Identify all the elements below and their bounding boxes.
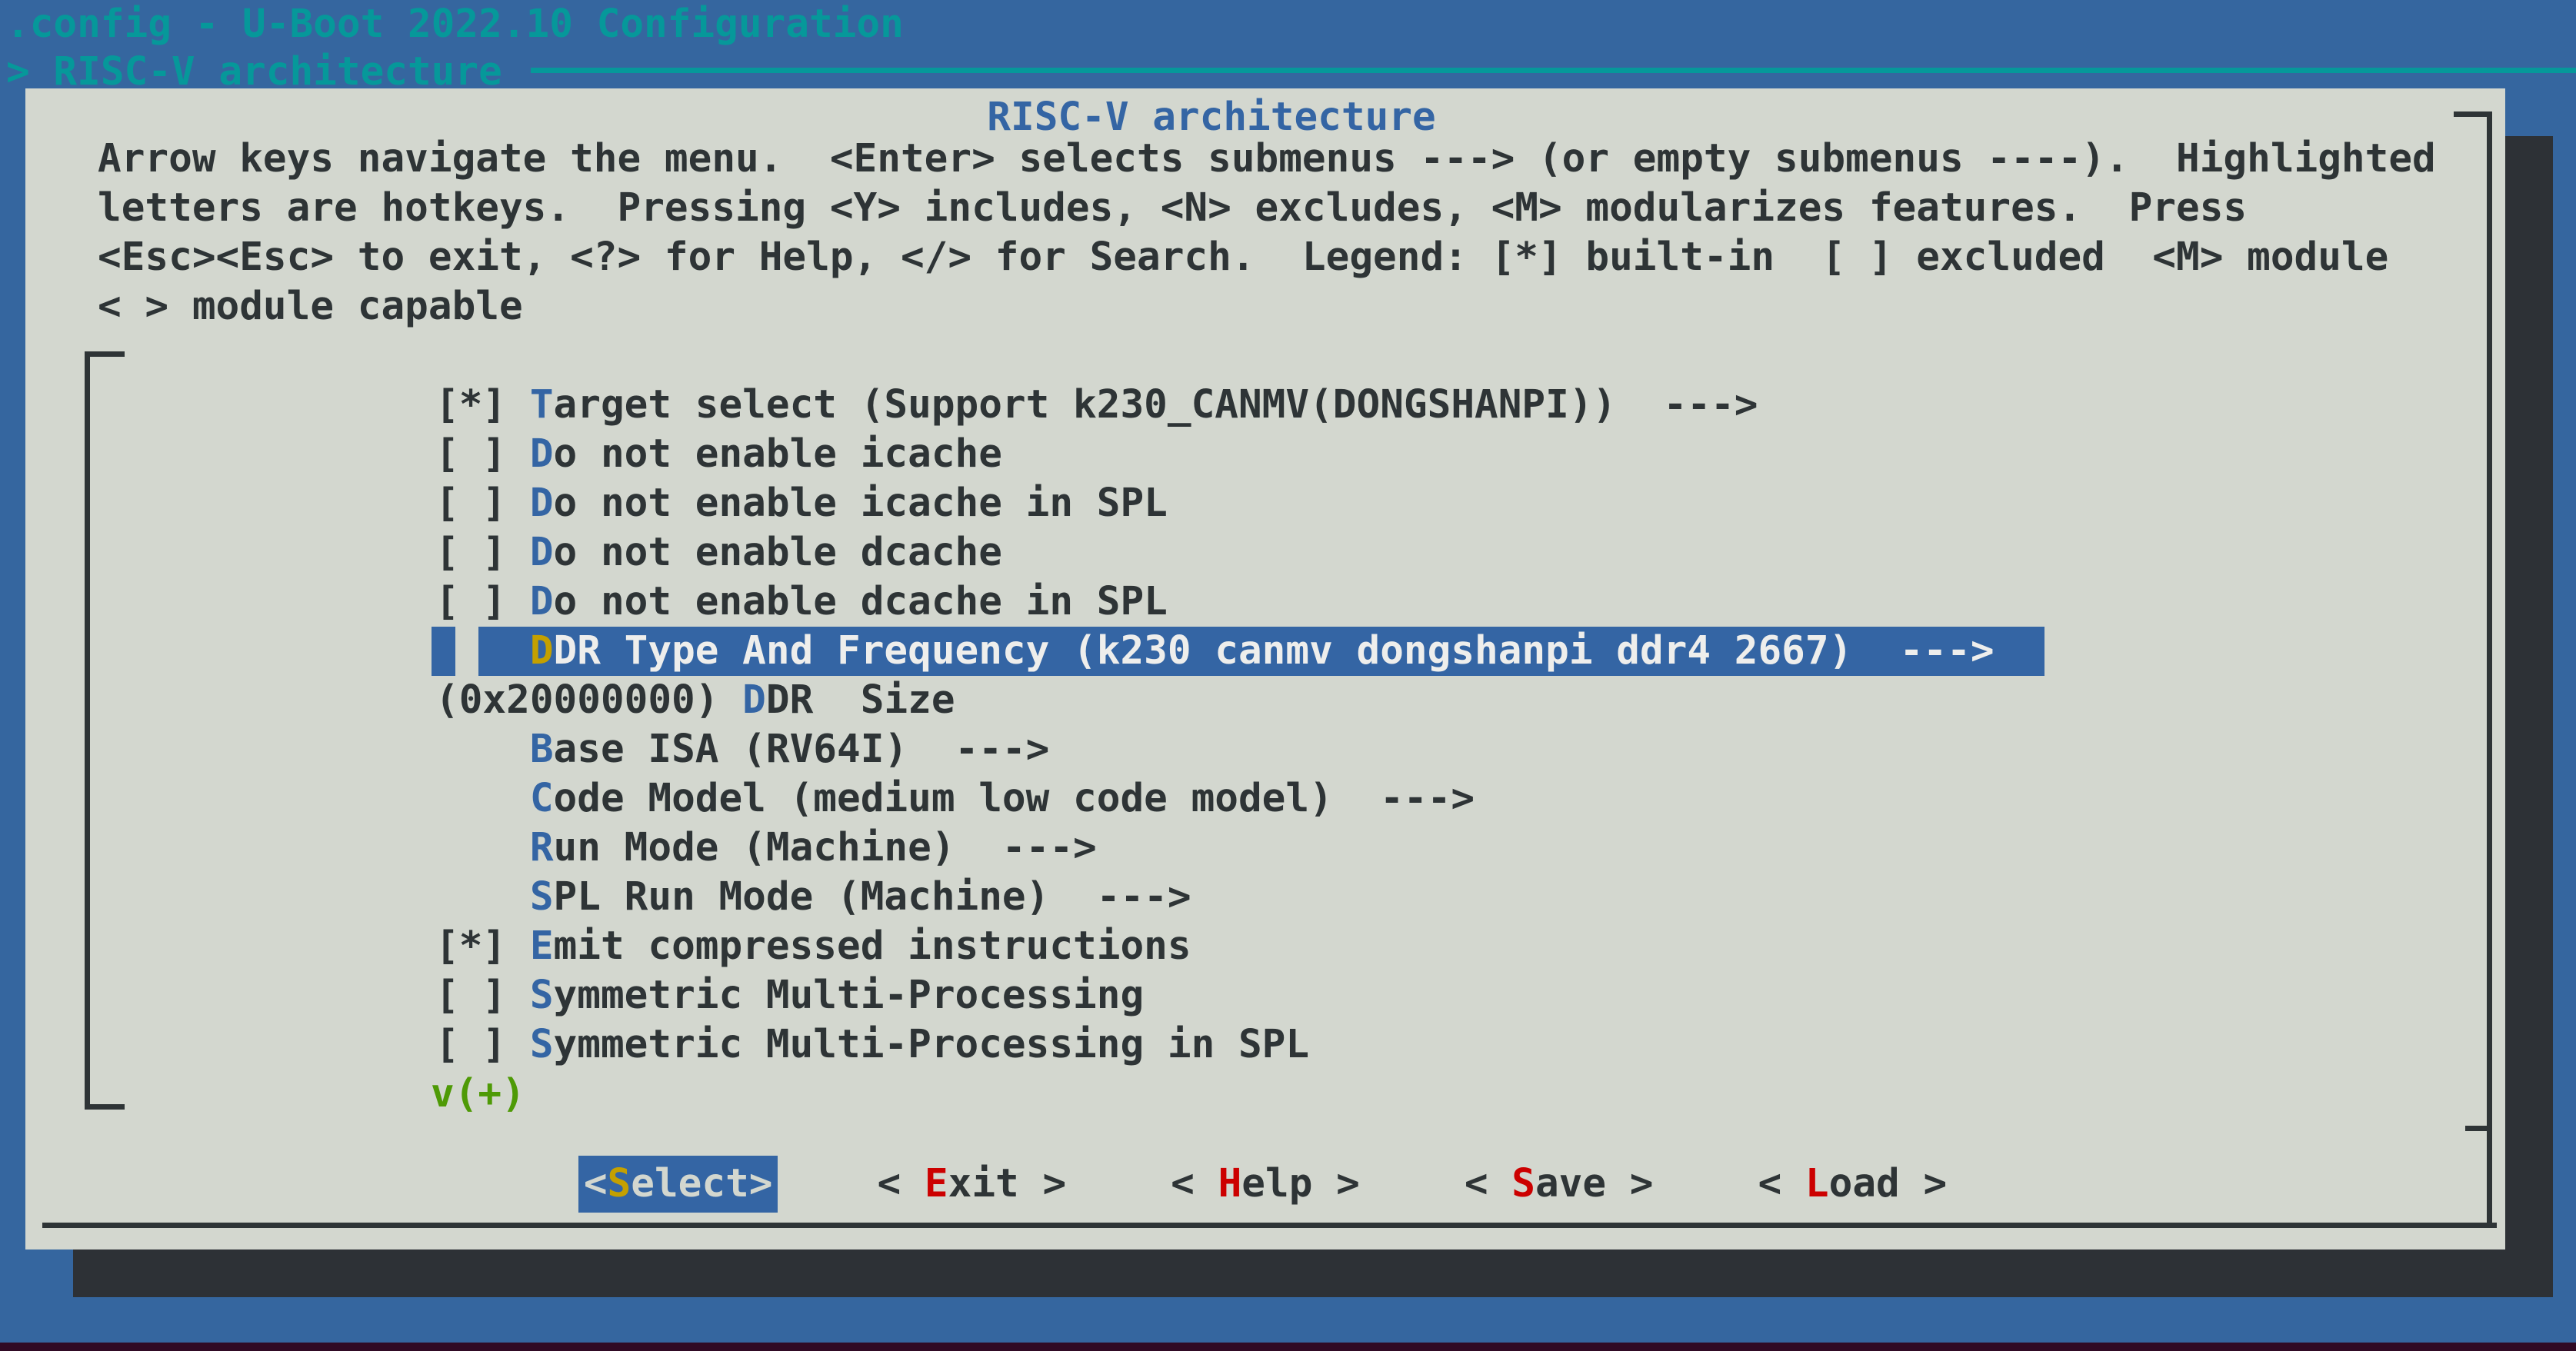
config-dialog: RISC-V architecture Arrow keys navigate … [25,88,2505,1250]
hotkey-letter: B [530,727,554,772]
checkbox-state: [*] [435,923,530,969]
button-bracket: < [1171,1161,1218,1206]
item-indent [435,628,530,674]
button-label: xit > [948,1161,1067,1206]
button-label: elp > [1241,1161,1360,1206]
menu-item-label: mit compressed instructions [554,923,1191,969]
hotkey-letter: L [1805,1161,1829,1206]
menu-item-label: DR Size [766,677,955,723]
menu-item-compressed-instructions[interactable]: [*] Emit compressed instructions [435,922,1191,971]
menu-item-label: ase ISA (RV64I) ---> [554,727,1050,772]
button-label: elect> [631,1161,772,1206]
button-bracket: < [1465,1161,1511,1206]
menu-item-run-mode[interactable]: Run Mode (Machine) ---> [435,824,1097,873]
checkbox-state: [ ] [435,579,530,624]
breadcrumb-rule [531,68,2576,73]
item-indent [435,874,530,920]
save-button[interactable]: < Save > [1459,1156,1659,1213]
menu-item-label: DR Type And Frequency (k230 canmv dongsh… [554,628,1994,674]
help-text-line: <Esc><Esc> to exit, <?> for Help, </> fo… [98,233,2388,282]
hotkey-letter: S [1511,1161,1535,1206]
exit-button[interactable]: < Exit > [871,1156,1071,1213]
button-bracket: < [584,1161,608,1206]
hotkey-letter: S [530,874,554,920]
menu-item-no-dcache[interactable]: [ ] Do not enable dcache [435,528,1002,577]
dialog-bottom-border [42,1223,2497,1228]
menu-item-smp-spl[interactable]: [ ] Symmetric Multi-Processing in SPL [435,1020,1309,1070]
menu-item-no-icache[interactable]: [ ] Do not enable icache [435,430,1002,479]
hotkey-letter: H [1218,1161,1242,1206]
select-button[interactable]: <Select> [578,1156,778,1213]
list-box-top-left-corner [85,351,125,357]
help-text-line: < > module capable [98,282,523,331]
checkbox-state: [ ] [435,530,530,575]
hotkey-letter: D [742,677,766,723]
menu-item-ddr-size[interactable]: (0x20000000) DDR Size [435,676,955,725]
button-bracket: < [1758,1161,1805,1206]
list-box-bottom-right-tick [2465,1126,2487,1131]
hotkey-letter: D [530,431,554,477]
menu-item-label: o not enable dcache [554,530,1002,575]
checkbox-state: [ ] [435,481,530,526]
menu-item-label: ymmetric Multi-Processing in SPL [554,1022,1310,1067]
menu-item-label: ode Model (medium low code model) ---> [554,776,1475,821]
hotkey-letter: S [530,1022,554,1067]
hotkey-letter: T [530,382,554,428]
hotkey-letter: R [530,825,554,870]
hotkey-letter: E [925,1161,948,1206]
dialog-button-row: <Select> < Exit > < Help > < Save > < Lo… [25,1156,2505,1213]
button-label: ave > [1535,1161,1654,1206]
help-button[interactable]: < Help > [1165,1156,1365,1213]
item-indent [435,825,530,870]
menu-item-label: o not enable icache in SPL [554,481,1168,526]
hotkey-letter: D [530,579,554,624]
hotkey-letter: C [530,776,554,821]
menu-item-ddr-type-frequency[interactable]: DDR Type And Frequency (k230 canmv dongs… [435,627,1994,676]
checkbox-state: [*] [435,382,530,428]
checkbox-state: [ ] [435,1022,530,1067]
item-indent [435,776,530,821]
menu-item-label: PL Run Mode (Machine) ---> [554,874,1191,920]
menu-item-spl-run-mode[interactable]: SPL Run Mode (Machine) ---> [435,873,1191,922]
dialog-right-border [2487,111,2492,1228]
terminal-bottom-edge [0,1343,2576,1351]
menu-item-label: un Mode (Machine) ---> [554,825,1097,870]
menu-item-no-icache-spl[interactable]: [ ] Do not enable icache in SPL [435,479,1168,528]
hotkey-letter: D [530,628,554,674]
help-text-line: letters are hotkeys. Pressing <Y> includ… [98,184,2247,233]
terminal-title: .config - U-Boot 2022.10 Configuration [6,0,904,49]
menu-item-smp[interactable]: [ ] Symmetric Multi-Processing [435,971,1144,1020]
menu-item-label: o not enable icache [554,431,1002,477]
checkbox-state: [ ] [435,431,530,477]
menu-item-base-isa[interactable]: Base ISA (RV64I) ---> [435,725,1049,774]
menu-item-code-model[interactable]: Code Model (medium low code model) ---> [435,774,1475,824]
button-label: oad > [1829,1161,1948,1206]
hotkey-letter: D [530,481,554,526]
value-field: (0x20000000) [435,677,742,723]
menu-item-label: o not enable dcache in SPL [554,579,1168,624]
item-indent [435,727,530,772]
hotkey-letter: D [530,530,554,575]
menu-item-label: ymmetric Multi-Processing [554,973,1145,1018]
scroll-more-indicator[interactable]: v(+) [431,1070,525,1119]
hotkey-letter: E [530,923,554,969]
button-bracket: < [877,1161,924,1206]
menu-item-no-dcache-spl[interactable]: [ ] Do not enable dcache in SPL [435,577,1168,627]
list-box-left-border [85,351,90,1110]
hotkey-letter: S [608,1161,632,1206]
help-text-line: Arrow keys navigate the menu. <Enter> se… [98,135,2436,184]
hotkey-letter: S [530,973,554,1018]
checkbox-state: [ ] [435,973,530,1018]
menu-item-target-select[interactable]: [*] Target select (Support k230_CANMV(DO… [435,381,1758,430]
list-box-bottom-left-corner [85,1104,125,1110]
load-button[interactable]: < Load > [1753,1156,1953,1213]
menu-item-label: arget select (Support k230_CANMV(DONGSHA… [554,382,1758,428]
